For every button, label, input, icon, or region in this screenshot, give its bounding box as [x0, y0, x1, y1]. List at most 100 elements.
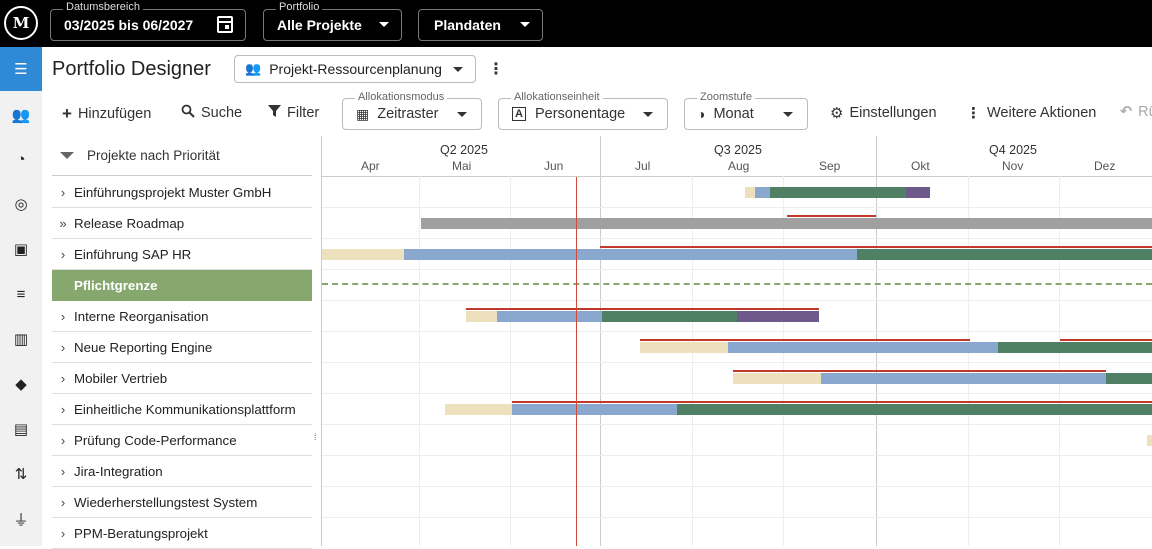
date-range-field[interactable]: Datumsbereich 03/2025 bis 06/2027	[50, 1, 246, 41]
document-icon[interactable]: ▤	[0, 407, 42, 451]
month-gridline	[419, 176, 420, 546]
allocation-bar	[602, 311, 737, 322]
quarter-gridline	[600, 136, 601, 546]
project-row[interactable]: › Prüfung Code-Performance	[52, 425, 312, 456]
list-icon[interactable]: ≡	[0, 272, 42, 316]
page-title: Portfolio Designer	[52, 58, 211, 80]
month-label: Sep	[819, 159, 841, 173]
deadline-line	[600, 246, 1152, 248]
row-gridline	[322, 424, 1152, 425]
more-actions-button-label: Weitere Aktionen	[987, 105, 1097, 121]
chevron-right-icon[interactable]: ›	[52, 526, 74, 541]
caret-down-icon	[60, 152, 74, 159]
project-label: Einheitliche Kommunikationsplattform	[74, 401, 296, 417]
portfolio-select[interactable]: Portfolio Alle Projekte	[263, 1, 402, 41]
allocation-bar	[466, 311, 497, 322]
chevron-right-icon[interactable]: ›	[52, 340, 74, 355]
project-row[interactable]: › Neue Reporting Engine	[52, 332, 312, 363]
zoom-select[interactable]: Zoomstufe ◑ Monat	[684, 91, 808, 130]
chevron-down-icon	[520, 22, 530, 27]
project-row[interactable]: › PPM-Beratungsprojekt	[52, 518, 312, 549]
project-row[interactable]: › Wiederherstellungstest System	[52, 487, 312, 518]
chevron-right-icon[interactable]: ›	[52, 433, 74, 448]
search-button[interactable]: Suche	[181, 104, 242, 122]
project-row[interactable]: › Mobiler Vertrieb	[52, 363, 312, 394]
allocation-bar	[677, 404, 1152, 415]
row-gridline	[322, 455, 1152, 456]
chevron-right-icon[interactable]: ›	[52, 464, 74, 479]
zoom-legend: Zoomstufe	[697, 91, 755, 103]
allocation-bar	[857, 249, 1152, 260]
data-mode-select[interactable]: Plandaten	[418, 9, 543, 41]
top-bar: M Datumsbereich 03/2025 bis 06/2027 Port…	[0, 0, 1152, 47]
project-row[interactable]: › Einführung SAP HR	[52, 239, 312, 270]
threshold-row[interactable]: Pflichtgrenze	[52, 270, 312, 301]
direction-icon[interactable]: ◆	[0, 362, 42, 406]
add-button[interactable]: + Hinzufügen	[62, 104, 151, 124]
month-gridline	[510, 176, 511, 546]
tree-group-header[interactable]: Projekte nach Priorität	[52, 136, 312, 176]
month-label: Mai	[452, 159, 472, 173]
date-range-value: 03/2025 bis 06/2027	[64, 17, 194, 33]
allocation-mode-value: Zeitraster	[377, 106, 439, 122]
project-row[interactable]: » Release Roadmap	[52, 208, 312, 239]
chevron-right-icon[interactable]: ›	[52, 309, 74, 324]
undo-button-label: Rü	[1138, 104, 1152, 120]
project-row[interactable]: › Jira-Integration	[52, 456, 312, 487]
chevron-right-icon[interactable]: ›	[52, 402, 74, 417]
view-select-value: Projekt-Ressourcenplanung	[269, 61, 442, 77]
allocation-unit-select[interactable]: Allokationseinheit A Personentage	[498, 91, 668, 130]
double-chevron-icon[interactable]: »	[52, 216, 74, 231]
project-label: PPM-Beratungsprojekt	[74, 525, 208, 541]
allocation-bar	[497, 311, 602, 322]
allocation-bar	[421, 218, 1152, 229]
more-options-icon[interactable]: ⋮	[488, 59, 504, 79]
month-gridline	[783, 176, 784, 546]
deadline-line	[466, 308, 819, 310]
tree-group-label: Projekte nach Priorität	[87, 148, 220, 163]
chevron-right-icon[interactable]: ›	[52, 247, 74, 262]
portfolio-legend: Portfolio	[276, 1, 323, 13]
undo-button[interactable]: ↶ Rü	[1120, 104, 1152, 120]
allocation-bar	[737, 311, 819, 322]
menu-icon[interactable]: ☰	[0, 47, 42, 91]
view-select[interactable]: 👥 Projekt-Ressourcenplanung	[234, 55, 476, 83]
project-label: Release Roadmap	[74, 215, 185, 231]
project-row[interactable]: › Einheitliche Kommunikationsplattform	[52, 394, 312, 425]
row-gridline	[322, 207, 1152, 208]
target-icon[interactable]: ◎	[0, 182, 42, 226]
quarter-label: Q4 2025	[989, 143, 1037, 157]
gear-icon: ⚙	[830, 105, 844, 122]
columns-icon[interactable]: ▥	[0, 317, 42, 361]
deadline-line	[1060, 339, 1152, 341]
pie-chart-icon[interactable]: ◔	[0, 137, 42, 181]
allocation-bar	[755, 187, 770, 198]
filter-button[interactable]: Filter	[268, 104, 319, 121]
sort-icon[interactable]: ⇅	[0, 452, 42, 496]
allocation-mode-select[interactable]: Allokationsmodus ▦ Zeitraster	[342, 91, 482, 130]
more-actions-button[interactable]: ⋮ Weitere Aktionen	[966, 104, 1096, 122]
portfolio-value: Alle Projekte	[277, 17, 362, 33]
project-row[interactable]: › Einführungsprojekt Muster GmbH	[52, 177, 312, 208]
users-icon[interactable]: 👥	[0, 93, 42, 137]
chevron-down-icon	[379, 22, 389, 27]
chevron-right-icon[interactable]: ›	[52, 371, 74, 386]
grid-icon: ▦	[356, 105, 370, 122]
month-label: Jul	[635, 159, 651, 173]
chevron-right-icon[interactable]: ›	[52, 495, 74, 510]
month-gridline	[1059, 176, 1060, 546]
allocation-bar	[998, 342, 1152, 353]
chevron-down-icon	[643, 112, 653, 117]
plus-icon: +	[62, 104, 72, 123]
splitter-grip-icon[interactable]: ⁞	[314, 432, 317, 442]
app-logo[interactable]: M	[4, 6, 38, 40]
deadline-line	[640, 339, 970, 341]
settings-button[interactable]: ⚙ Einstellungen	[830, 104, 937, 122]
chevron-right-icon[interactable]: ›	[52, 185, 74, 200]
plug-icon[interactable]: ⏚	[0, 497, 42, 541]
project-label: Einführungsprojekt Muster GmbH	[74, 184, 272, 200]
project-row[interactable]: › Interne Reorganisation	[52, 301, 312, 332]
calendar-icon[interactable]	[217, 16, 233, 33]
badge-icon[interactable]: ▣	[0, 227, 42, 271]
row-gridline	[322, 517, 1152, 518]
